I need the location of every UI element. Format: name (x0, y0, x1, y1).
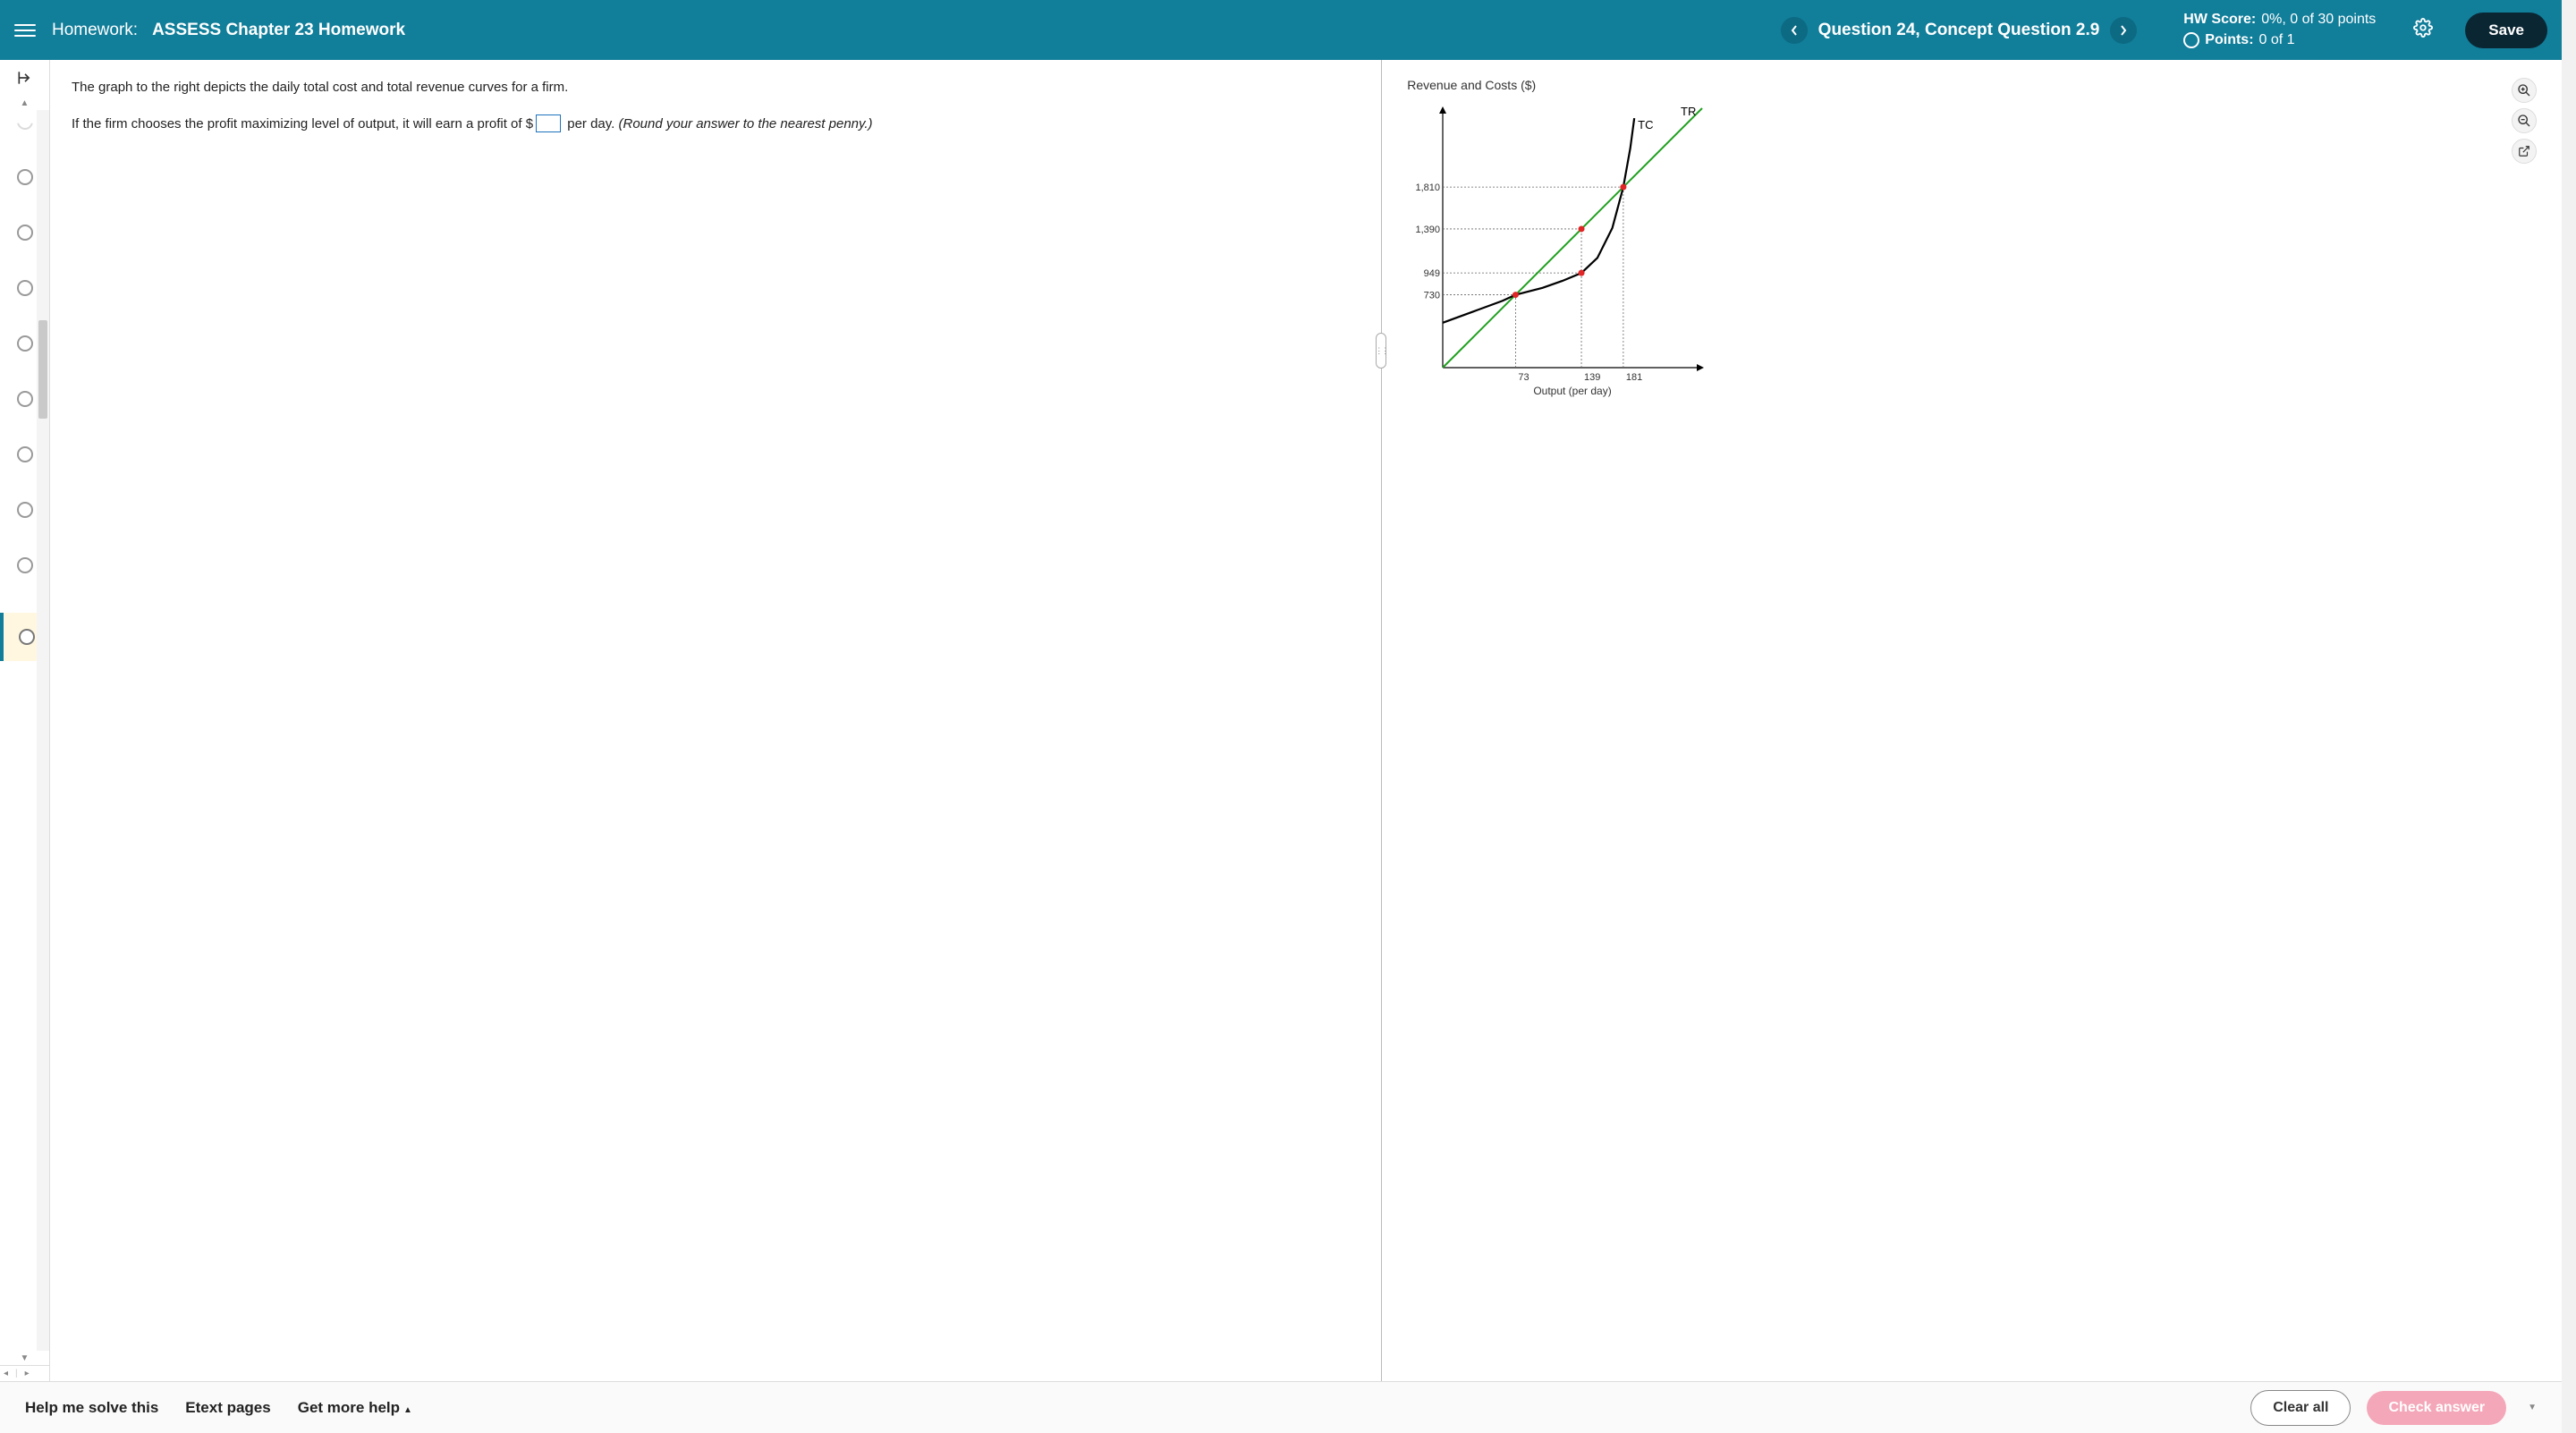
scroll-down-arrow[interactable]: ▼ (0, 1351, 49, 1365)
page-footer: Help me solve this Etext pages Get more … (0, 1381, 2562, 1433)
graph-pane: Revenue and Costs ($) (1382, 60, 2562, 1381)
sidebar-question-dot[interactable] (17, 225, 33, 241)
svg-text:73: 73 (1519, 372, 1530, 383)
svg-text:TR: TR (1681, 105, 1696, 118)
popout-icon[interactable] (2512, 139, 2537, 164)
sidebar-question-dot[interactable] (17, 280, 33, 296)
svg-text:949: 949 (1424, 268, 1440, 279)
help-me-solve-link[interactable]: Help me solve this (25, 1399, 158, 1417)
question-title: Question 24, Concept Question 2.9 (1818, 21, 2100, 40)
points-label: Points: (2205, 30, 2253, 50)
question-sidebar: ▲ (0, 60, 50, 1381)
hw-score-value: 0%, 0 of 30 points (2261, 10, 2376, 30)
sidebar-question-dot[interactable] (17, 169, 33, 185)
svg-text:1,390: 1,390 (1416, 225, 1441, 235)
question-text-pane: The graph to the right depicts the daily… (50, 60, 1381, 1381)
page-header: Homework: ASSESS Chapter 23 Homework Que… (0, 0, 2562, 60)
hw-score-label: HW Score: (2183, 10, 2256, 30)
menu-icon[interactable] (14, 20, 36, 41)
scroll-up-arrow[interactable]: ▲ (0, 96, 49, 110)
footer-caret-icon[interactable]: ▼ (2528, 1403, 2537, 1412)
answer-input[interactable] (536, 114, 561, 132)
chart-title: Revenue and Costs ($) (1407, 78, 2537, 92)
score-panel: HW Score: 0%, 0 of 30 points Points: 0 o… (2183, 10, 2376, 50)
sidebar-question-dot[interactable] (17, 446, 33, 462)
svg-text:730: 730 (1424, 291, 1440, 301)
sidebar-scrollbar[interactable] (37, 110, 49, 1351)
etext-pages-link[interactable]: Etext pages (185, 1399, 270, 1417)
homework-title: ASSESS Chapter 23 Homework (152, 21, 405, 40)
sidebar-question-dot[interactable] (17, 391, 33, 407)
points-indicator-icon (2183, 32, 2199, 48)
svg-text:1,810: 1,810 (1416, 182, 1441, 193)
next-question-button[interactable] (2110, 17, 2137, 44)
question-navigation: Question 24, Concept Question 2.9 (1781, 17, 2138, 44)
svg-text:139: 139 (1584, 372, 1600, 383)
zoom-out-icon[interactable] (2512, 108, 2537, 133)
sidebar-question-dot[interactable] (17, 557, 33, 573)
points-value: 0 of 1 (2259, 30, 2295, 50)
save-button[interactable]: Save (2465, 13, 2547, 48)
homework-label: Homework: (52, 21, 138, 40)
question-paragraph-1: The graph to the right depicts the daily… (72, 78, 1354, 98)
settings-icon[interactable] (2413, 18, 2433, 42)
sidebar-question-dot[interactable] (17, 502, 33, 518)
nav-right-icon[interactable]: ▸ (21, 1369, 33, 1378)
svg-text:Output (per day): Output (per day) (1534, 385, 1612, 397)
sidebar-question-dot[interactable] (17, 114, 33, 130)
window-scrollbar[interactable] (2562, 0, 2576, 1433)
question-paragraph-2: If the firm chooses the profit maximizin… (72, 114, 1354, 135)
sidebar-question-dot[interactable] (17, 335, 33, 352)
sidebar-bottom-nav: ◂ | ▸ (0, 1365, 49, 1381)
nav-left-icon[interactable]: ◂ (0, 1369, 12, 1378)
prev-question-button[interactable] (1781, 17, 1808, 44)
skip-nav-icon[interactable] (0, 60, 49, 96)
rounding-hint: (Round your answer to the nearest penny.… (619, 116, 873, 131)
get-more-help-link[interactable]: Get more help▲ (298, 1399, 412, 1417)
zoom-in-icon[interactable] (2512, 78, 2537, 103)
check-answer-button[interactable]: Check answer (2367, 1391, 2506, 1425)
svg-text:TC: TC (1638, 118, 1653, 131)
svg-text:181: 181 (1626, 372, 1642, 383)
clear-all-button[interactable]: Clear all (2250, 1390, 2351, 1426)
chart-canvas: 730 949 1,390 1,810 73 139 181 TR TC Output (per … (1407, 99, 1711, 403)
